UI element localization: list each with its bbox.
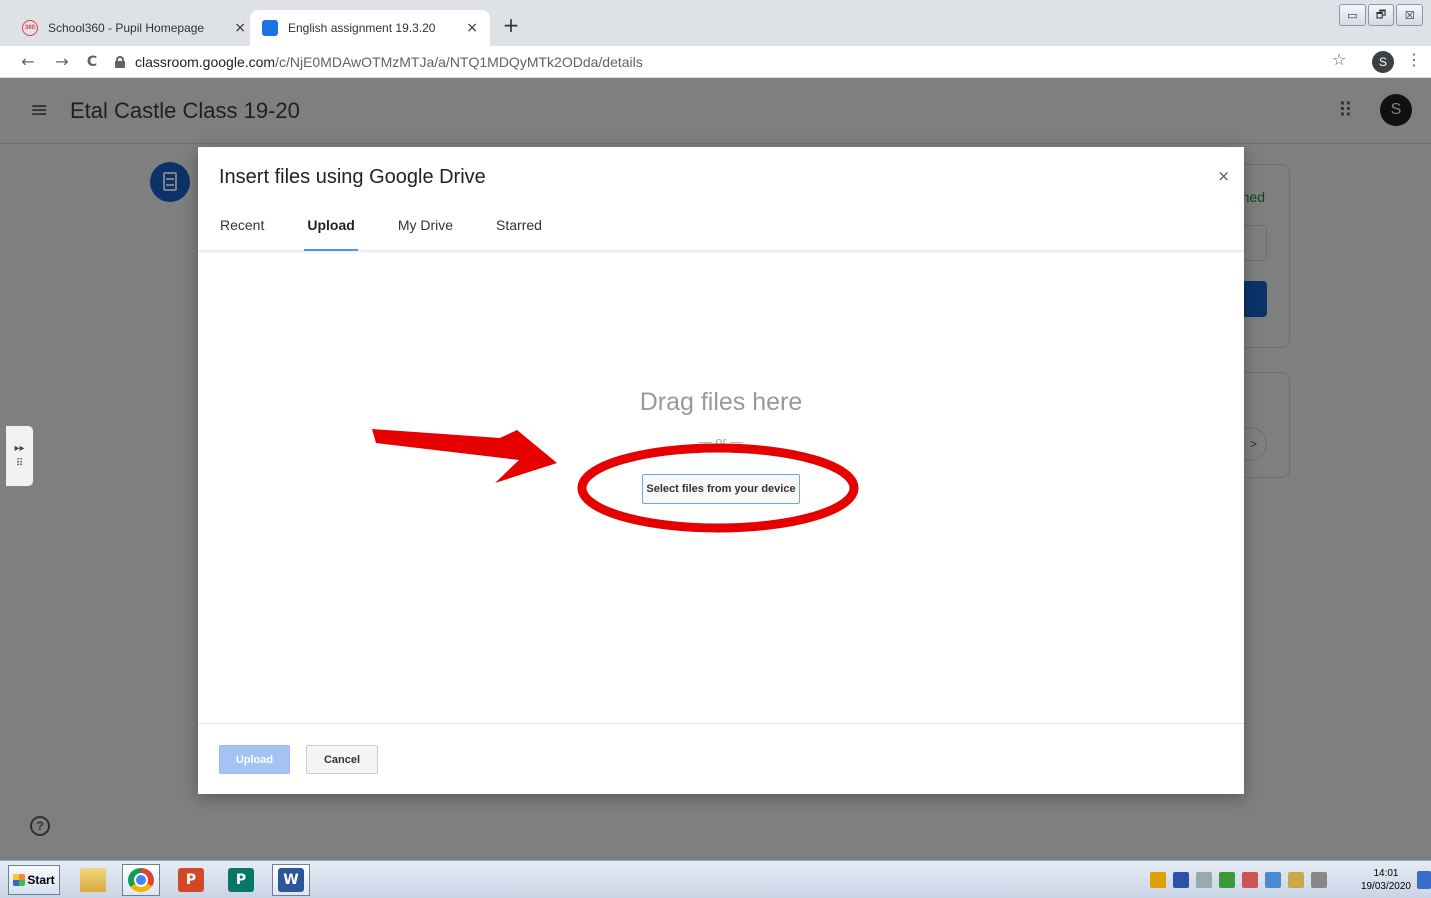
bookmark-star-icon[interactable]: ☆	[1332, 50, 1346, 69]
taskbar-explorer[interactable]	[74, 864, 112, 896]
system-clock[interactable]: 14:01 19/03/2020	[1361, 867, 1411, 893]
picker-tabs: Recent Upload My Drive Starred	[198, 211, 563, 251]
security-icon[interactable]	[1219, 872, 1235, 888]
minimize-button[interactable]: ▭	[1339, 4, 1366, 26]
expand-arrows-icon: ▸▸	[14, 443, 25, 454]
browser-menu-icon[interactable]: ⋮	[1406, 50, 1422, 69]
tab-title: School360 - Pupil Homepage	[48, 21, 205, 35]
tab-recent[interactable]: Recent	[220, 211, 264, 251]
taskbar-powerpoint[interactable]: P	[172, 864, 210, 896]
url-path: /c/NjE0MDAwOTMzMTJa/a/NTQ1MDQyMTk2ODda/d…	[275, 54, 643, 70]
side-panel-handle[interactable]: ▸▸ ⠿	[6, 425, 34, 487]
drive-picker-dialog: Insert files using Google Drive × Recent…	[198, 147, 1244, 794]
grid-dots-icon: ⠿	[15, 458, 24, 469]
clock-date: 19/03/2020	[1360, 881, 1411, 892]
word-icon: W	[278, 868, 304, 892]
network-icon[interactable]	[1173, 872, 1189, 888]
lock-icon	[115, 56, 125, 68]
tab-starred[interactable]: Starred	[496, 211, 542, 251]
tab-close-icon[interactable]: ×	[466, 20, 478, 36]
browser-toolbar: ← → C classroom.google.com/c/NjE0MDAwOTM…	[0, 46, 1431, 78]
taskbar-word[interactable]: W	[272, 864, 310, 896]
tab-close-icon[interactable]: ×	[234, 20, 246, 36]
tab-title: English assignment 19.3.20	[288, 21, 436, 35]
school360-favicon-icon: 360	[22, 20, 38, 36]
start-button[interactable]: Start	[8, 865, 60, 895]
windows-taskbar: Start P P W 14:01 19/03/2020	[0, 860, 1431, 898]
powerpoint-icon: P	[178, 868, 204, 892]
select-files-button[interactable]: Select files from your device	[642, 474, 800, 504]
dialog-title: Insert files using Google Drive	[219, 166, 486, 188]
file-drop-zone[interactable]: Drag files here — or — Select files from…	[198, 252, 1244, 723]
maximize-button[interactable]: 🗗	[1367, 4, 1395, 26]
classroom-favicon-icon: 👤	[262, 20, 278, 36]
tab-school360[interactable]: 360 School360 - Pupil Homepage ×	[10, 10, 258, 46]
profile-avatar[interactable]: S	[1372, 51, 1394, 73]
url-host: classroom.google.com	[135, 54, 276, 70]
tab-upload[interactable]: Upload	[304, 211, 359, 251]
address-bar[interactable]: classroom.google.com/c/NjE0MDAwOTMzMTJa/…	[115, 49, 1315, 75]
window-close-button[interactable]: ☒	[1396, 4, 1424, 26]
flag-icon[interactable]	[1288, 872, 1304, 888]
dialog-close-icon[interactable]: ×	[1217, 167, 1230, 185]
upload-button[interactable]: Upload	[219, 745, 290, 774]
display-icon[interactable]	[1311, 872, 1327, 888]
dialog-header: Insert files using Google Drive × Recent…	[198, 147, 1244, 251]
taskbar-publisher[interactable]: P	[222, 864, 260, 896]
publisher-icon: P	[228, 868, 254, 892]
reload-button[interactable]: C	[80, 50, 104, 74]
dialog-footer: Upload Cancel	[198, 723, 1244, 794]
shield-icon[interactable]	[1150, 872, 1166, 888]
update-icon[interactable]	[1265, 872, 1281, 888]
drag-files-text: Drag files here	[639, 388, 803, 416]
window-controls: ▭ 🗗 ☒	[1331, 0, 1431, 34]
tab-english-assignment[interactable]: 👤 English assignment 19.3.20 ×	[250, 10, 490, 46]
folder-icon	[80, 868, 106, 892]
clock-time: 14:01	[1373, 868, 1399, 879]
start-label: Start	[27, 873, 55, 887]
browser-tabstrip: 360 School360 - Pupil Homepage × 👤 Engli…	[0, 0, 1431, 46]
cancel-button[interactable]: Cancel	[306, 745, 378, 774]
chrome-icon	[128, 868, 154, 892]
show-desktop-button[interactable]	[1417, 871, 1431, 889]
back-button[interactable]: ←	[16, 50, 40, 74]
volume-icon[interactable]	[1196, 872, 1212, 888]
new-tab-button[interactable]: +	[500, 14, 522, 36]
windows-logo-icon	[13, 874, 26, 886]
or-separator: — or —	[698, 434, 744, 449]
taskbar-chrome[interactable]	[122, 864, 160, 896]
forward-button[interactable]: →	[50, 50, 74, 74]
tools-icon[interactable]	[1242, 872, 1258, 888]
tab-my-drive[interactable]: My Drive	[398, 211, 453, 251]
